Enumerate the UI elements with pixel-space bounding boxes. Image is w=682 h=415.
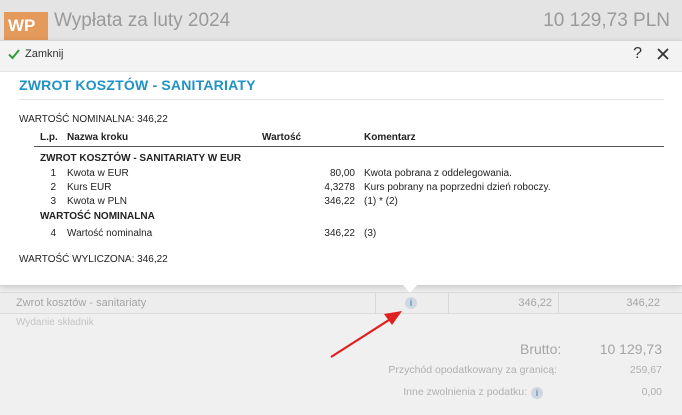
arrow-annotation: [330, 311, 402, 358]
